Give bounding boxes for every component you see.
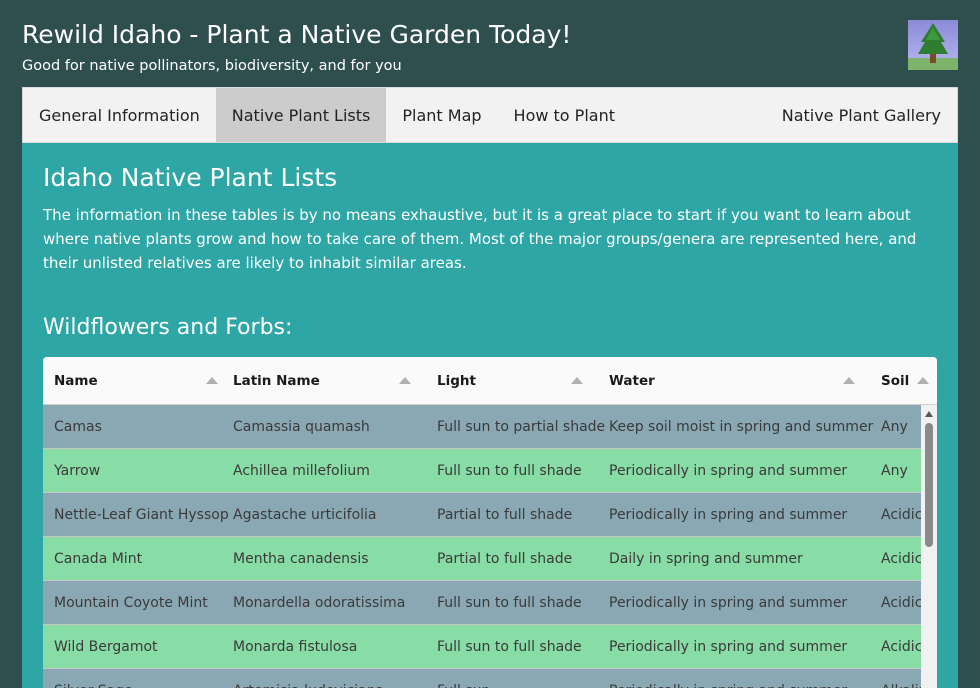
cell-name: Mountain Coyote Mint [54, 594, 208, 611]
cell-water: Periodically in spring and summer [609, 506, 848, 523]
column-header-label: Latin Name [233, 373, 320, 389]
sort-arrow-icon[interactable] [206, 377, 218, 384]
table-row[interactable]: Wild Bergamot Monarda fistulosa Full sun… [43, 625, 921, 669]
sort-arrow-icon[interactable] [399, 377, 411, 384]
column-header-label: Soil [881, 373, 910, 389]
cell-latin-name: Mentha canadensis [233, 550, 369, 567]
cell-light: Full sun to full shade [437, 594, 582, 611]
cell-name: Nettle-Leaf Giant Hyssop [54, 506, 229, 523]
cell-latin-name: Camassia quamash [233, 418, 370, 435]
cell-soil: Acidic [881, 506, 921, 523]
table-row[interactable]: Silver Sage Artemisia ludoviciana Full s… [43, 669, 921, 688]
cell-name: Silver Sage [54, 669, 229, 688]
nav-native-plant-lists[interactable]: Native Plant Lists [215, 88, 387, 142]
page-title: Idaho Native Plant Lists [43, 163, 338, 192]
cell-water: Periodically in spring and summer [609, 594, 848, 611]
cell-name: Wild Bergamot [54, 638, 158, 655]
cell-light: Full sun to partial shade [437, 418, 605, 435]
cell-light: Partial to full shade [437, 550, 573, 567]
cell-latin-name: Artemisia ludoviciana [233, 669, 433, 688]
main-content: Idaho Native Plant Lists The information… [22, 143, 958, 688]
site-header: Rewild Idaho - Plant a Native Garden Tod… [22, 18, 571, 74]
scroll-thumb[interactable] [925, 423, 933, 547]
plant-table: Name Latin Name Light Water Soil Camas C… [43, 357, 937, 688]
cell-name: Yarrow [54, 462, 101, 479]
cell-water: Periodically in spring and summer [609, 669, 877, 688]
cell-name: Canada Mint [54, 550, 143, 567]
sort-arrow-icon[interactable] [843, 377, 855, 384]
site-subtitle: Good for native pollinators, biodiversit… [22, 58, 402, 74]
column-header-label: Water [609, 373, 655, 389]
scroll-up-arrow-icon[interactable] [925, 411, 933, 417]
table-body: Camas Camassia quamash Full sun to parti… [43, 405, 921, 688]
cell-soil: Alkaline [881, 669, 921, 688]
nav-how-to-plant[interactable]: How to Plant [498, 88, 631, 142]
cell-latin-name: Monarda fistulosa [233, 638, 358, 655]
table-row[interactable]: Canada Mint Mentha canadensis Partial to… [43, 537, 921, 581]
cell-latin-name: Agastache urticifolia [233, 506, 377, 523]
nav-plant-map[interactable]: Plant Map [386, 88, 497, 142]
cell-water: Daily in spring and summer [609, 550, 803, 567]
sort-arrow-icon[interactable] [917, 377, 929, 384]
cell-water: Periodically in spring and summer [609, 638, 848, 655]
cell-water: Keep soil moist in spring and summer [609, 418, 874, 435]
column-header-label: Name [54, 373, 98, 389]
intro-paragraph: The information in these tables is by no… [43, 206, 917, 272]
cell-soil: Acidic [881, 594, 921, 611]
cell-light: Full sun to full shade [437, 462, 582, 479]
sort-arrow-icon[interactable] [571, 377, 583, 384]
nav-native-plant-gallery[interactable]: Native Plant Gallery [766, 88, 957, 142]
section-heading: Wildflowers and Forbs: [43, 315, 293, 340]
column-header-light[interactable]: Light [437, 357, 605, 405]
nav-general-information[interactable]: General Information [23, 88, 216, 142]
column-header-soil[interactable]: Soil [881, 357, 937, 405]
tree-logo-icon [908, 20, 958, 70]
cell-light: Full sun to full shade [437, 638, 582, 655]
table-row[interactable]: Nettle-Leaf Giant Hyssop Agastache urtic… [43, 493, 921, 537]
site-title: Rewild Idaho - Plant a Native Garden Tod… [22, 20, 572, 49]
cell-light: Partial to full shade [437, 506, 573, 523]
cell-soil: Acidic [881, 638, 921, 655]
cell-light: Full sun [437, 669, 605, 688]
table-row[interactable]: Yarrow Achillea millefolium Full sun to … [43, 449, 921, 493]
table-header: Name Latin Name Light Water Soil [43, 357, 937, 405]
cell-latin-name: Achillea millefolium [233, 462, 370, 479]
cell-latin-name: Monardella odoratissima [233, 594, 406, 611]
cell-water: Periodically in spring and summer [609, 462, 848, 479]
table-row[interactable]: Camas Camassia quamash Full sun to parti… [43, 405, 921, 449]
cell-soil: Acidic [881, 550, 921, 567]
cell-soil: Any [881, 462, 908, 479]
column-header-latin-name[interactable]: Latin Name [233, 357, 433, 405]
column-header-water[interactable]: Water [609, 357, 877, 405]
cell-soil: Any [881, 418, 908, 435]
column-header-name[interactable]: Name [54, 357, 229, 405]
column-header-label: Light [437, 373, 476, 389]
main-nav: General Information Native Plant Lists P… [22, 87, 958, 143]
cell-name: Camas [54, 418, 102, 435]
table-scrollbar[interactable] [921, 405, 937, 688]
table-row[interactable]: Mountain Coyote Mint Monardella odoratis… [43, 581, 921, 625]
